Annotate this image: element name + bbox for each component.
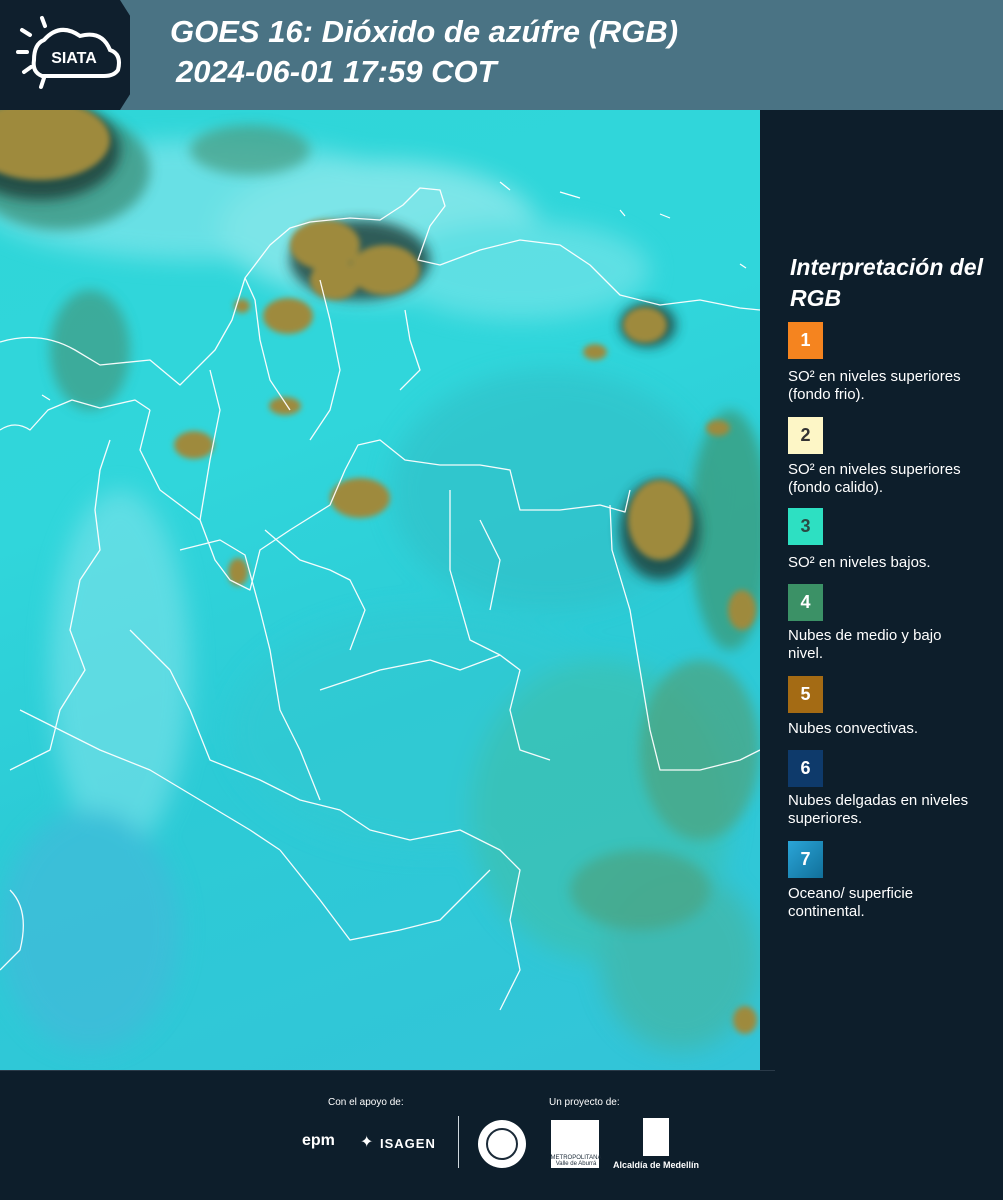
legend-text-3: SO² en niveles bajos. xyxy=(788,554,931,571)
legend-text-6: Nubes delgadas en niveles superiores. xyxy=(788,792,969,827)
header: SIATA GOES 16: Dióxido de azúfre (RGB) 2… xyxy=(0,0,1003,110)
legend-text-2: SO² en niveles superiores (fondo calido)… xyxy=(788,461,961,496)
legend-text-1: SO² en niveles superiores (fondo frio). xyxy=(788,368,961,403)
legend-text-5: Nubes convectivas. xyxy=(788,720,919,737)
footer-divider-line xyxy=(0,1070,775,1071)
legend-panel: Interpretación del RGB 1 SO² en niveles … xyxy=(760,110,1003,1070)
alcaldia-label: Alcaldía de Medellín xyxy=(613,1160,700,1170)
legend-text-7: Oceano/ superficie continental. xyxy=(788,885,914,920)
legend-number-1: 1 xyxy=(800,330,811,350)
legend-swatch-5: 5 xyxy=(788,676,823,713)
area-metropolitana-caption: METROPOLITANA Valle de Aburrá xyxy=(550,1155,602,1167)
siata-logo-text: SIATA xyxy=(51,50,97,67)
isagen-logo: ISAGEN xyxy=(380,1136,436,1151)
medellin-seal-icon xyxy=(478,1120,526,1168)
legend-number-7: 7 xyxy=(800,849,811,869)
legend-swatch-2: 2 xyxy=(788,417,823,454)
alcaldia-shield-icon xyxy=(643,1118,669,1156)
page-timestamp: 2024-06-01 17:59 COT xyxy=(176,54,497,89)
legend-swatch-7: 7 xyxy=(788,841,823,878)
legend-number-6: 6 xyxy=(800,758,811,778)
legend-number-3: 3 xyxy=(800,516,811,536)
sponsor-divider xyxy=(458,1116,459,1168)
legend-text-4: Nubes de medio y bajo nivel. xyxy=(788,627,942,662)
support-caption: Con el apoyo de: xyxy=(328,1097,404,1108)
satellite-map[interactable] xyxy=(0,110,760,1070)
legend-number-2: 2 xyxy=(800,425,811,445)
legend-title: Interpretación del RGB xyxy=(790,254,983,311)
footer: Con el apoyo de: Un proyecto de: epm ✦ I… xyxy=(0,1070,1003,1200)
legend-number-5: 5 xyxy=(800,684,811,704)
project-caption: Un proyecto de: xyxy=(549,1097,620,1108)
legend-swatch-1: 1 xyxy=(788,322,823,359)
legend-number-4: 4 xyxy=(800,592,811,612)
epm-logo: epm xyxy=(302,1132,335,1149)
legend-swatch-6: 6 xyxy=(788,750,823,787)
siata-logo: SIATA xyxy=(16,16,121,89)
legend-swatch-3: 3 xyxy=(788,508,823,545)
map-layer xyxy=(0,110,760,1050)
page-title: GOES 16: Dióxido de azúfre (RGB) xyxy=(170,14,679,49)
legend-swatch-4: 4 xyxy=(788,584,823,621)
isagen-icon: ✦ xyxy=(360,1134,374,1151)
